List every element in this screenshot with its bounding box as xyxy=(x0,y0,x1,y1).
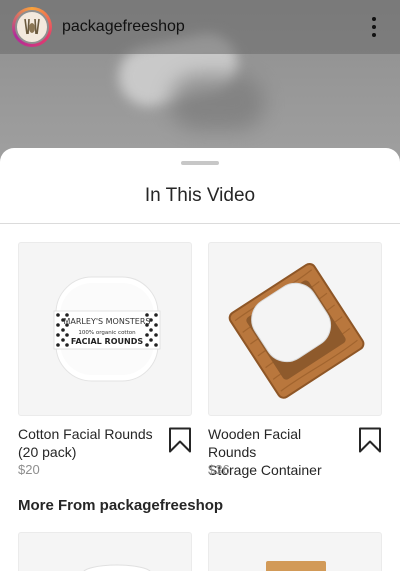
bookmark-icon[interactable] xyxy=(168,427,192,453)
video-header: packagefreeshop xyxy=(0,0,400,54)
package-subline: 100% organic cotton xyxy=(78,330,136,336)
product-name-line1: Cotton Facial Rounds xyxy=(18,426,153,442)
package-product: FACIAL ROUNDS xyxy=(71,337,143,346)
product-name-line2: (20 pack) xyxy=(18,444,77,460)
wooden-container-image xyxy=(228,262,365,399)
username[interactable]: packagefreeshop xyxy=(62,18,362,36)
product-name[interactable]: Cotton Facial Rounds (20 pack) xyxy=(18,425,158,461)
products-sheet: In This Video MARLEY'S MONSTERS 100% org… xyxy=(0,148,400,571)
product-card[interactable]: Wooden Facial Rounds Storage Container $… xyxy=(208,242,382,478)
product-image xyxy=(83,564,151,571)
product-image xyxy=(266,561,326,571)
product-card[interactable] xyxy=(208,532,382,571)
bookmark-icon[interactable] xyxy=(358,427,382,453)
package-brand: MARLEY'S MONSTERS xyxy=(64,317,151,326)
video-frame-shadow xyxy=(170,75,265,130)
product-price: $36 xyxy=(208,462,230,477)
product-image[interactable] xyxy=(208,242,382,416)
product-name-line1: Wooden Facial Rounds xyxy=(208,426,302,460)
more-options-icon[interactable] xyxy=(362,12,386,42)
product-price: $20 xyxy=(18,462,40,477)
cotton-rounds-package-image: MARLEY'S MONSTERS 100% organic cotton FA… xyxy=(53,276,161,382)
avatar[interactable] xyxy=(12,7,52,47)
more-from-section-title: More From packagefreeshop xyxy=(18,497,224,514)
product-card[interactable] xyxy=(18,532,192,571)
sheet-title: In This Video xyxy=(144,185,256,206)
product-card[interactable]: MARLEY'S MONSTERS 100% organic cotton FA… xyxy=(18,242,192,477)
sheet-grabber[interactable] xyxy=(181,161,219,165)
product-image[interactable]: MARLEY'S MONSTERS 100% organic cotton FA… xyxy=(18,242,192,416)
divider xyxy=(0,223,400,224)
packagefreeshop-logo-icon xyxy=(15,10,49,44)
